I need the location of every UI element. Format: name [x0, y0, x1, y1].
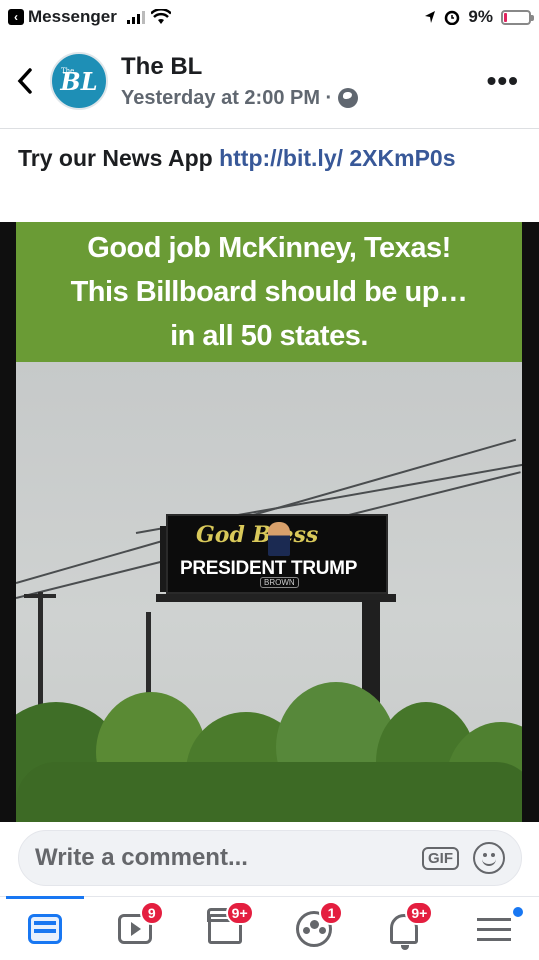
- hamburger-menu-icon: [477, 916, 512, 942]
- nav-watch[interactable]: 9: [90, 897, 180, 960]
- nav-groups[interactable]: 1: [269, 897, 359, 960]
- billboard-brand-logo: BROWN: [260, 577, 299, 588]
- post-image[interactable]: Good job McKinney, Texas! This Billboard…: [0, 222, 539, 822]
- post-header: The BL The BL Yesterday at 2:00 PM · •••: [0, 36, 539, 126]
- news-feed-icon: [27, 913, 62, 944]
- alarm-icon: [445, 10, 460, 25]
- banner-line-1: Good job McKinney, Texas!: [87, 232, 451, 264]
- billboard-script-text: God Bless: [196, 522, 319, 548]
- groups-badge: 1: [319, 901, 344, 925]
- watch-badge: 9: [139, 901, 164, 925]
- nav-marketplace[interactable]: 9+: [180, 897, 270, 960]
- back-arrow-icon: ‹: [8, 9, 24, 25]
- image-banner: Good job McKinney, Texas! This Billboard…: [16, 222, 522, 362]
- billboard-catwalk: [156, 594, 396, 602]
- menu-indicator-dot: [512, 907, 523, 917]
- marketplace-badge: 9+: [225, 901, 254, 925]
- utility-pole-crossbar: [24, 594, 56, 598]
- bottom-nav: 9 9+ 1 9+: [0, 896, 539, 960]
- more-options-icon[interactable]: •••: [487, 65, 519, 97]
- battery-icon: [501, 9, 534, 25]
- comment-input[interactable]: Write a comment... GIF: [18, 830, 522, 886]
- post-timestamp[interactable]: Yesterday at 2:00 PM ·: [121, 87, 332, 110]
- comment-placeholder: Write a comment...: [35, 844, 248, 871]
- avatar-small-text: The: [61, 67, 75, 75]
- avatar[interactable]: The BL: [50, 52, 108, 110]
- chevron-left-icon: [17, 68, 32, 94]
- globe-icon: [338, 88, 359, 108]
- nav-news-feed[interactable]: [0, 896, 90, 960]
- billboard: God Bless PRESIDENT TRUMP BROWN: [166, 514, 388, 594]
- notifications-badge: 9+: [405, 901, 434, 925]
- banner-line-3: in all 50 states.: [170, 320, 368, 352]
- status-bar: ‹ Messenger 9%: [0, 0, 539, 34]
- cellular-signal-icon: [126, 10, 145, 24]
- gif-button[interactable]: GIF: [422, 846, 459, 870]
- divider: [0, 128, 539, 129]
- banner-line-2: This Billboard should be up…: [70, 276, 468, 308]
- nav-notifications[interactable]: 9+: [359, 897, 449, 960]
- location-arrow-icon: [425, 11, 436, 23]
- wifi-icon: [150, 9, 171, 24]
- billboard-photo: God Bless PRESIDENT TRUMP BROWN: [16, 362, 522, 822]
- battery-percentage: 9%: [468, 7, 493, 26]
- back-to-messenger[interactable]: ‹ Messenger: [8, 7, 117, 27]
- emoji-icon[interactable]: [473, 842, 505, 874]
- nav-menu[interactable]: [449, 897, 539, 960]
- post-link[interactable]: http://bit.ly/ 2XKmP0s: [219, 145, 455, 171]
- post-text-content: Try our News App: [18, 145, 220, 171]
- back-button[interactable]: [0, 51, 50, 111]
- post-text: Try our News App http://bit.ly/ 2XKmP0s: [18, 142, 518, 175]
- back-app-label: Messenger: [28, 7, 117, 26]
- trees: [16, 682, 522, 822]
- page-name[interactable]: The BL: [121, 53, 358, 81]
- billboard-portrait: [268, 522, 290, 556]
